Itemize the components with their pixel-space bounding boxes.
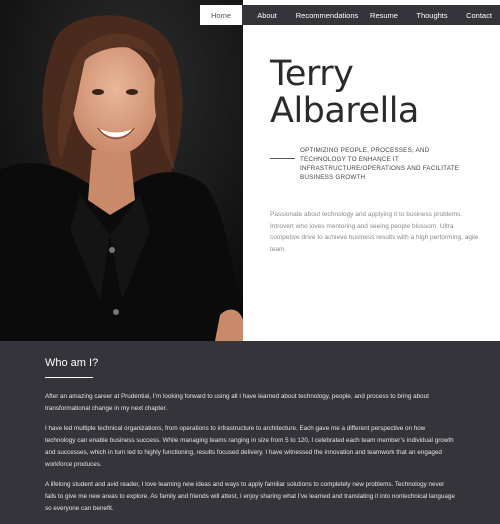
about-section: Who am I? After an amazing career at Pru…	[0, 341, 500, 524]
about-title-underline	[45, 377, 93, 378]
about-paragraph-2: I have led multiple technical organizati…	[45, 425, 454, 468]
about-title: Who am I?	[45, 357, 99, 369]
hero-name: Terry Albarella	[270, 56, 495, 130]
portrait-illustration	[0, 0, 243, 341]
main-nav: Home About Recommendations Resume Though…	[200, 5, 500, 25]
hero-first-name: Terry	[270, 54, 354, 94]
about-paragraph-1: After an amazing career at Prudential, I…	[45, 393, 429, 412]
profile-photo	[0, 0, 243, 341]
about-paragraph-3: A lifelong student and avid reader, I lo…	[45, 481, 455, 512]
nav-thoughts[interactable]: Thoughts	[406, 5, 458, 25]
nav-home[interactable]: Home	[200, 5, 242, 25]
nav-contact[interactable]: Contact	[458, 5, 500, 25]
hero-last-name: Albarella	[270, 91, 419, 131]
hero-summary: Passionate about technology and applying…	[270, 211, 479, 253]
nav-resume[interactable]: Resume	[362, 5, 406, 25]
nav-about[interactable]: About	[242, 5, 292, 25]
hero-tagline: OPTIMIZING PEOPLE, PROCESSES, AND TECHNO…	[300, 147, 460, 181]
nav-recommendations[interactable]: Recommendations	[292, 5, 362, 25]
tagline-divider	[270, 158, 295, 159]
